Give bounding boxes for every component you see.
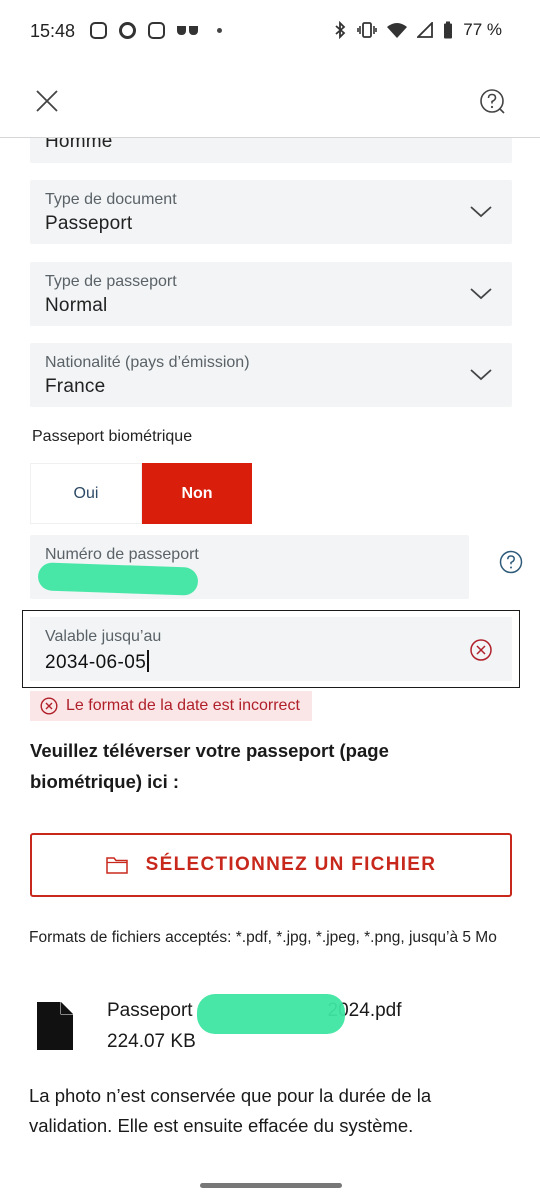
passport-type-label: Type de passeport — [45, 273, 177, 290]
gender-value: Homme — [45, 138, 113, 152]
bluetooth-icon — [335, 21, 346, 39]
nationality-select[interactable]: Nationalité (pays d’émission) France — [30, 343, 512, 407]
help-icon[interactable] — [479, 88, 505, 114]
status-time: 15:48 — [30, 21, 76, 41]
status-bar: 15:48 77 % — [0, 0, 540, 64]
instagram-icon — [148, 22, 165, 39]
status-icons-left — [90, 22, 222, 39]
app-header — [0, 64, 540, 138]
wifi-icon — [387, 23, 408, 38]
accepted-formats-text: Formats de fichiers acceptés: *.pdf, *.j… — [29, 929, 497, 946]
instagram-icon — [90, 22, 107, 39]
select-file-button[interactable]: SÉLECTIONNEZ UN FICHIER — [30, 833, 512, 897]
error-text: Le format de la date est incorrect — [66, 697, 300, 714]
nationality-label: Nationalité (pays d’émission) — [45, 354, 250, 371]
text-caret — [147, 650, 150, 672]
chevron-down-icon — [470, 288, 492, 300]
error-icon — [40, 697, 58, 715]
glasses-icon — [177, 25, 199, 36]
vibrate-icon — [357, 22, 378, 38]
status-icons-right: 77 % — [333, 20, 502, 40]
passport-type-select[interactable]: Type de passeport Normal — [30, 262, 512, 326]
passport-type-value: Normal — [45, 295, 108, 316]
upload-title: Veuillez téléverser votre passeport (pag… — [30, 740, 389, 792]
passport-number-field[interactable]: Numéro de passeport — [30, 535, 469, 599]
expiry-date-input[interactable]: Valable jusqu’au 2034-06-05 — [30, 617, 512, 681]
clear-icon[interactable] — [469, 638, 493, 662]
photo-retention-note: La photo n’est conservée que pour la dur… — [29, 1085, 432, 1136]
signal-icon — [417, 22, 434, 38]
biometric-option-oui[interactable]: Oui — [30, 463, 142, 524]
redaction-mark — [37, 562, 199, 596]
expiry-date-value: 2034-06-05 — [45, 650, 150, 674]
uploaded-file[interactable]: Passeport 2024.pdf 224.07 KB — [37, 994, 477, 1070]
close-icon[interactable] — [34, 88, 60, 114]
biometric-toggle: Oui Non — [30, 463, 252, 524]
battery-icon — [444, 21, 453, 39]
form-content: Homme Type de document Passeport Type de… — [0, 138, 540, 1201]
document-type-label: Type de document — [45, 191, 177, 208]
date-error-message: Le format de la date est incorrect — [30, 691, 312, 721]
battery-percent: 77 % — [463, 20, 502, 39]
select-file-label: SÉLECTIONNEZ UN FICHIER — [145, 854, 437, 875]
document-type-select[interactable]: Type de document Passeport — [30, 180, 512, 244]
chevron-down-icon — [470, 369, 492, 381]
document-icon — [37, 1002, 73, 1050]
biometric-label: Passeport biométrique — [32, 428, 193, 445]
redaction-mark — [197, 994, 345, 1034]
passport-number-label: Numéro de passeport — [45, 546, 199, 563]
document-type-value: Passeport — [45, 213, 133, 234]
gender-select[interactable]: Homme — [30, 138, 512, 163]
file-size: 224.07 KB — [107, 1031, 196, 1052]
home-indicator[interactable] — [200, 1183, 342, 1188]
biometric-option-non[interactable]: Non — [142, 463, 252, 524]
c-app-icon — [119, 22, 136, 39]
folder-icon — [105, 857, 128, 874]
help-icon[interactable] — [499, 550, 523, 574]
expiry-date-field[interactable]: Valable jusqu’au 2034-06-05 — [22, 610, 520, 688]
chevron-down-icon — [470, 206, 492, 218]
dot-icon — [217, 28, 222, 33]
nationality-value: France — [45, 376, 106, 397]
expiry-date-label: Valable jusqu’au — [45, 628, 162, 645]
